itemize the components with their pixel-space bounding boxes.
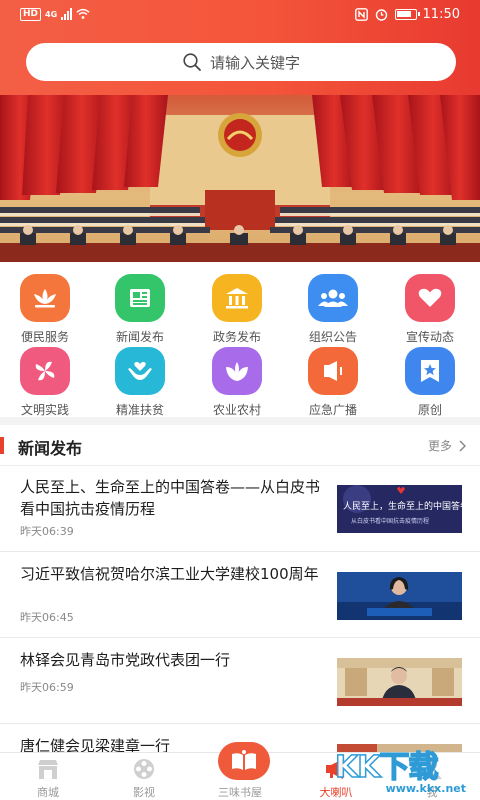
network-type: 4G	[45, 9, 58, 19]
news-item[interactable]: 人民至上、生命至上的中国答卷——从白皮书看中国抗击疫情历程 昨天06:39 人民…	[0, 466, 480, 552]
tab-film[interactable]: 影视	[96, 753, 192, 800]
grid-item-emergency[interactable]: 应急广播	[293, 347, 373, 418]
book-icon	[232, 750, 256, 770]
newspaper-icon	[115, 274, 165, 322]
news-section-header: 新闻发布 更多	[0, 425, 480, 466]
section-accent-bar	[0, 437, 4, 454]
nfc-icon	[355, 8, 369, 22]
chevron-right-icon	[459, 439, 466, 452]
lotus-icon	[20, 274, 70, 322]
watermark-text: KK下载	[334, 749, 439, 786]
grid-item-civilization[interactable]: 文明实践	[5, 347, 85, 418]
news-title: 人民至上、生命至上的中国答卷——从白皮书看中国抗击疫情历程	[20, 478, 321, 518]
grid-item-organization[interactable]: 组织公告	[293, 274, 373, 345]
news-time: 昨天06:39	[20, 525, 74, 538]
tab-label: 三味书屋	[218, 786, 262, 799]
more-label: 更多	[427, 439, 452, 453]
status-time: 11:50	[422, 7, 460, 22]
tab-label: 商城	[37, 786, 59, 799]
banner-image[interactable]	[0, 95, 480, 262]
news-title: 习近平致信祝贺哈尔滨工业大学建校100周年	[20, 565, 319, 583]
grid-label: 宣传动态	[405, 330, 454, 344]
grid-label: 文明实践	[20, 403, 69, 417]
thumb-headline: 人民至上，生命至上的中国答卷	[343, 502, 462, 512]
leaf-icon	[212, 347, 262, 395]
grid-item-original[interactable]: 原创	[390, 347, 470, 418]
grid-label: 组织公告	[308, 330, 357, 344]
grid-item-poverty[interactable]: 精准扶贫	[100, 347, 180, 418]
tab-shop[interactable]: 商城	[0, 753, 96, 800]
section-divider	[0, 417, 480, 425]
section-title: 新闻发布	[18, 439, 83, 458]
watermark-url: www.kkx.net	[385, 782, 466, 795]
news-title: 林铎会见青岛市党政代表团一行	[20, 651, 231, 669]
speaker-icon	[308, 347, 358, 395]
grid-label: 政务发布	[212, 330, 261, 344]
news-item[interactable]: 林铎会见青岛市党政代表团一行 昨天06:59	[0, 638, 480, 724]
status-bar: HD 4G 11:50	[0, 0, 480, 30]
grid-item-government[interactable]: 政务发布	[197, 274, 277, 345]
wifi-icon	[76, 7, 90, 21]
signal-icon	[61, 8, 73, 20]
helping-hands-icon	[115, 347, 165, 395]
grid-item-bianmin[interactable]: 便民服务	[5, 274, 85, 345]
pinwheel-icon	[20, 347, 70, 395]
news-time: 昨天06:59	[20, 681, 74, 694]
star-badge-icon	[405, 347, 455, 395]
film-icon	[134, 759, 154, 779]
people-icon	[308, 274, 358, 322]
search-icon	[183, 53, 201, 71]
news-item[interactable]: 习近平致信祝贺哈尔滨工业大学建校100周年 昨天06:45	[0, 552, 480, 638]
grid-label: 应急广播	[308, 403, 357, 417]
news-thumbnail	[337, 658, 462, 706]
alarm-icon	[375, 8, 389, 22]
search-bar[interactable]: 请输入关键字	[26, 43, 456, 81]
grid-item-publicity[interactable]: 宣传动态	[390, 274, 470, 345]
hd-badge: HD	[20, 7, 42, 21]
grid-label: 便民服务	[20, 330, 69, 344]
header: HD 4G 11:50 请输入关键字	[0, 0, 480, 95]
news-thumbnail	[337, 572, 462, 620]
shop-icon	[38, 760, 58, 779]
battery-icon	[394, 9, 420, 20]
grid-label: 精准扶贫	[115, 403, 164, 417]
heart-icon	[405, 274, 455, 322]
news-time: 昨天06:45	[20, 611, 74, 624]
function-grid: 便民服务 新闻发布 政务发布 组织公告 宣传动态 文明实践 精准扶贫 农业农村 …	[0, 264, 480, 417]
grid-label: 新闻发布	[115, 330, 164, 344]
search-placeholder: 请输入关键字	[209, 53, 300, 72]
tab-label: 影视	[133, 786, 155, 799]
grid-item-agriculture[interactable]: 农业农村	[197, 347, 277, 418]
grid-label: 农业农村	[212, 403, 261, 417]
grid-item-news[interactable]: 新闻发布	[100, 274, 180, 345]
center-book-button[interactable]	[218, 742, 270, 780]
watermark-logo: KK下载 www.kkx.net	[334, 742, 480, 800]
news-thumbnail: 人民至上，生命至上的中国答卷 从白皮书看中国抗击疫情历程	[337, 485, 462, 533]
thumb-subline: 从白皮书看中国抗击疫情历程	[351, 518, 430, 525]
grid-label: 原创	[417, 403, 442, 417]
more-link[interactable]: 更多	[428, 437, 466, 454]
government-icon	[212, 274, 262, 322]
